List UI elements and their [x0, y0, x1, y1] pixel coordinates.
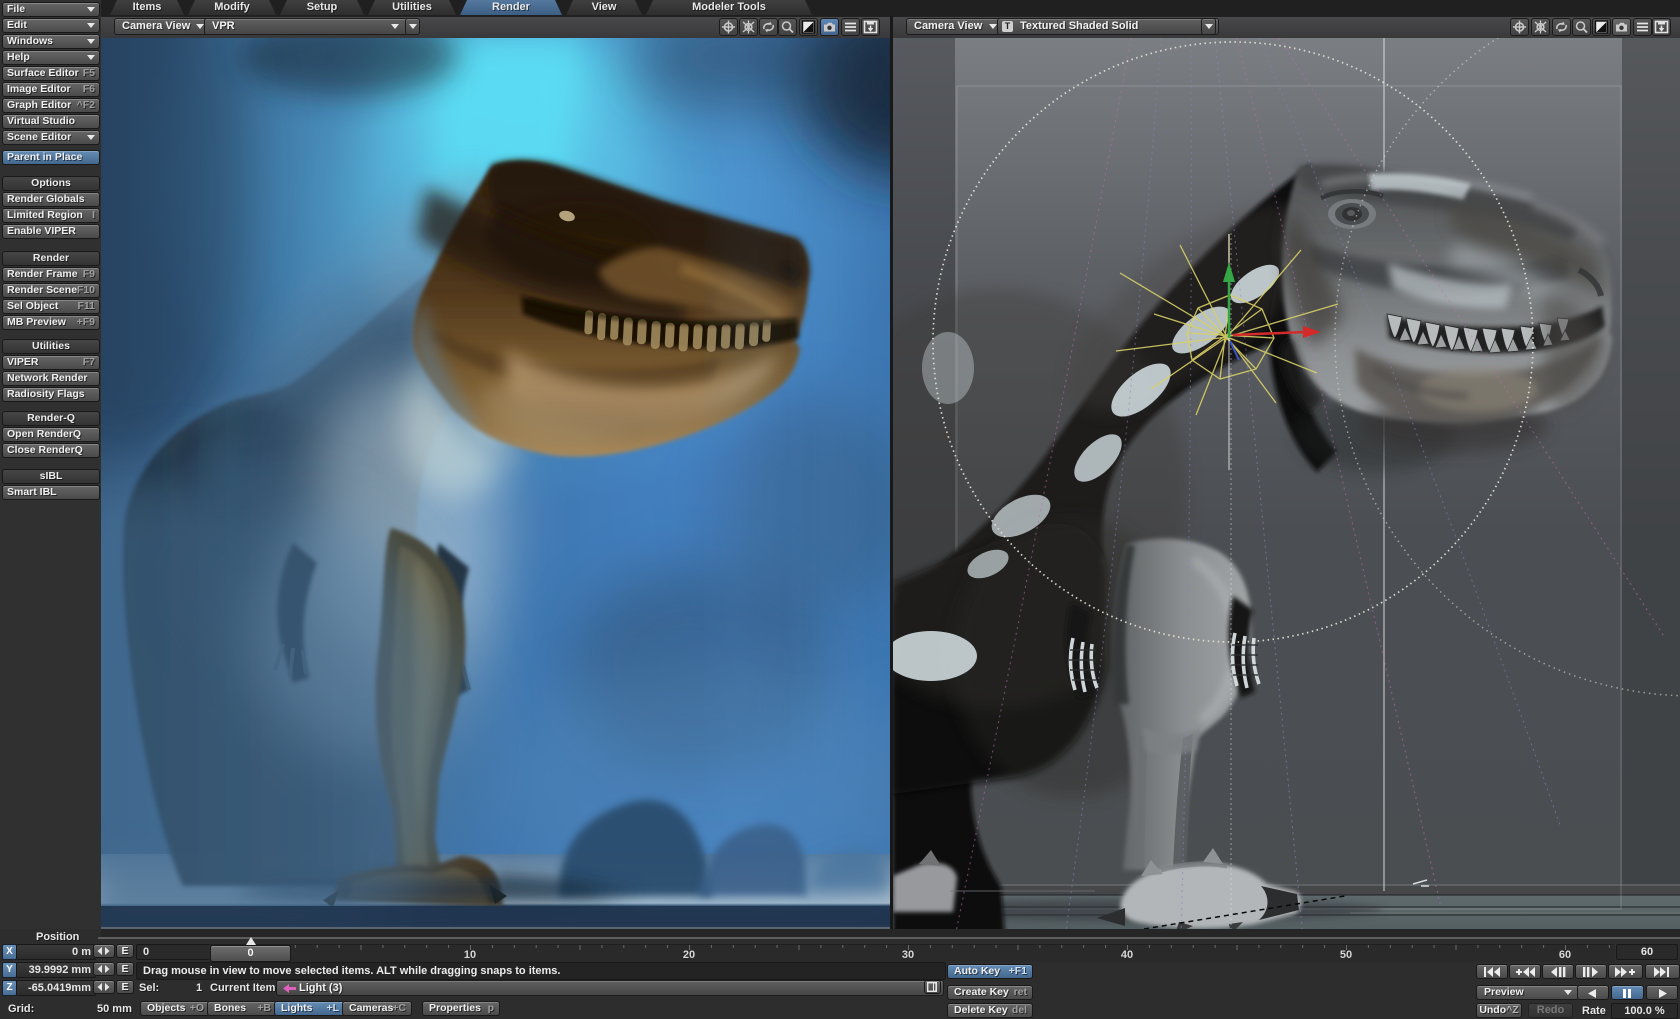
svg-text:60: 60 [1559, 949, 1571, 961]
svg-text:20: 20 [683, 949, 695, 961]
svg-text:40: 40 [1121, 949, 1133, 961]
svg-text:10: 10 [464, 949, 476, 961]
svg-text:50: 50 [1340, 949, 1352, 961]
svg-text:30: 30 [902, 949, 914, 961]
